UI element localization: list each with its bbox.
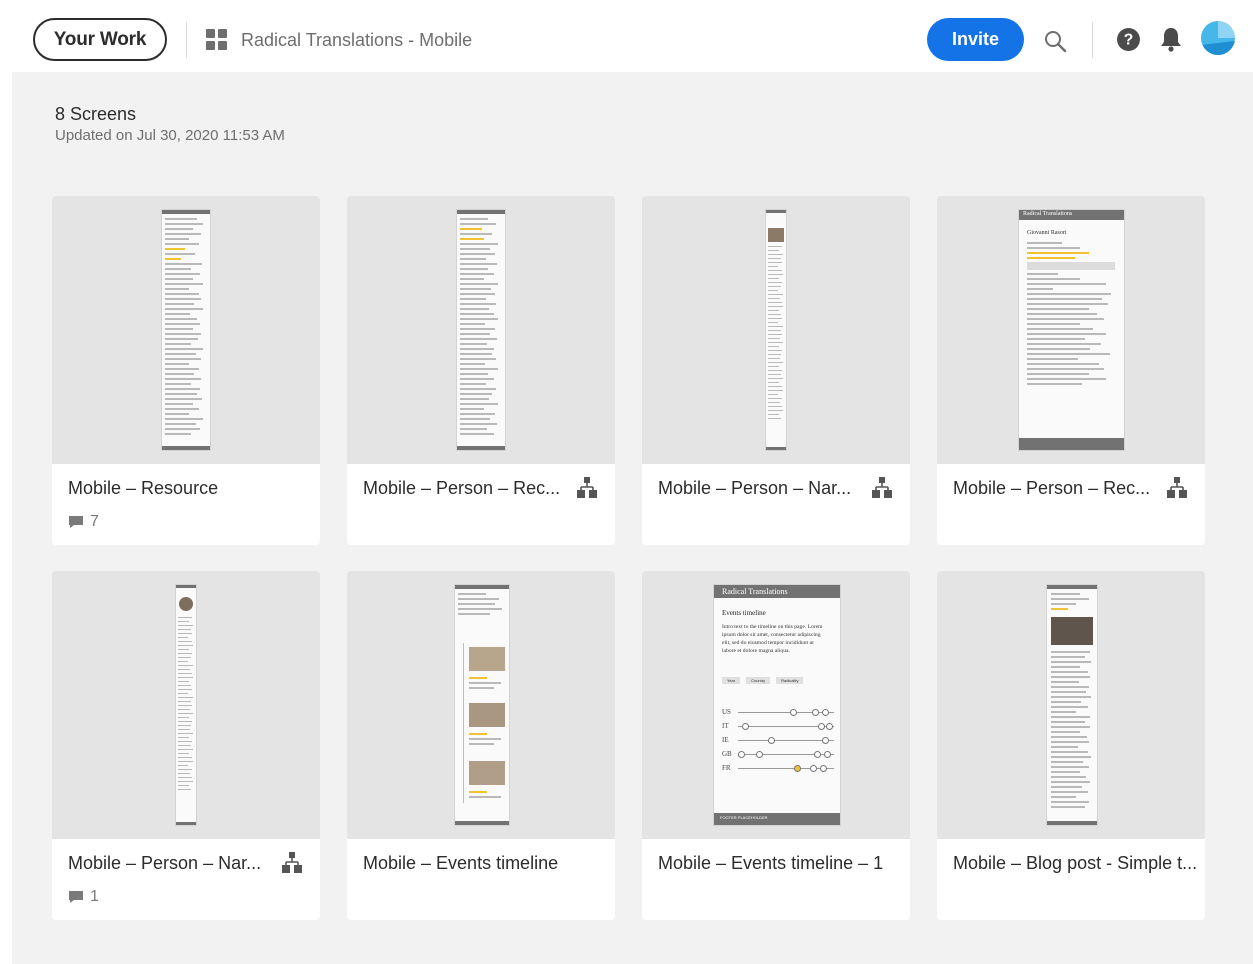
header-divider — [1092, 22, 1093, 58]
screen-thumbnail[interactable] — [642, 196, 910, 464]
mock-timeline-row: IE — [722, 735, 834, 745]
invite-button[interactable]: Invite — [927, 18, 1024, 61]
screen-card[interactable]: Radical Translations Events timeline Int… — [642, 571, 910, 920]
screen-card[interactable]: Mobile – Person – Nar... 1 — [52, 571, 320, 920]
screen-name[interactable]: Mobile – Events timeline — [363, 853, 558, 874]
mock-footer: FOOTER PLACEHOLDER — [720, 815, 768, 820]
screen-card[interactable]: Mobile – Events timeline — [347, 571, 615, 920]
screen-card[interactable]: Mobile – Blog post - Simple t... — [937, 571, 1205, 920]
mock-filter-country: Country — [746, 677, 771, 684]
prototype-flow-icon — [1167, 477, 1187, 498]
screen-name[interactable]: Mobile – Person – Nar... — [68, 853, 261, 874]
mock-timeline-row: US — [722, 707, 834, 717]
comment-count[interactable]: 1 — [68, 888, 99, 906]
comment-icon — [69, 516, 83, 528]
screen-name[interactable]: Mobile – Blog post - Simple t... — [953, 853, 1197, 874]
prototype-flow-icon — [282, 852, 302, 873]
help-icon[interactable]: ? — [1114, 25, 1142, 53]
mock-events-intro: Intro text to the timeline on this page.… — [722, 624, 823, 654]
search-icon[interactable] — [1041, 27, 1069, 55]
screen-card[interactable]: Mobile – Person – Nar... — [642, 196, 910, 545]
main-content: 8 Screens Updated on Jul 30, 2020 11:53 … — [12, 72, 1253, 964]
mock-filter-radicality: Radicality — [776, 677, 804, 684]
screen-name[interactable]: Mobile – Person – Rec... — [953, 478, 1150, 499]
mock-site-title: Radical Translations — [722, 587, 788, 596]
screen-name[interactable]: Mobile – Resource — [68, 478, 218, 499]
screen-thumbnail[interactable] — [347, 571, 615, 839]
svg-text:?: ? — [1123, 31, 1133, 48]
comment-icon — [69, 891, 83, 903]
screen-name[interactable]: Mobile – Events timeline – 1 — [658, 853, 883, 874]
comment-count-value: 1 — [90, 888, 99, 905]
top-bar: Your Work Radical Translations - Mobile … — [0, 0, 1253, 72]
project-title: Radical Translations - Mobile — [241, 30, 473, 50]
screen-thumbnail[interactable]: Radical Translations Events timeline Int… — [642, 571, 910, 839]
screen-card[interactable]: Mobile – Resource 7 — [52, 196, 320, 545]
comment-count-value: 7 — [90, 513, 99, 530]
mock-timeline-row: FR — [722, 763, 834, 773]
grid-icon — [206, 29, 227, 50]
screens-count: 8 Screens — [55, 104, 137, 124]
comment-count[interactable]: 7 — [68, 513, 99, 531]
mock-timeline-row: GB — [722, 749, 834, 759]
bell-icon[interactable] — [1157, 25, 1185, 53]
screen-card[interactable]: Mobile – Person – Rec... — [347, 196, 615, 545]
prototype-flow-icon — [872, 477, 892, 498]
header-divider — [186, 22, 187, 58]
screen-name[interactable]: Mobile – Person – Nar... — [658, 478, 851, 499]
your-work-button[interactable]: Your Work — [33, 18, 167, 61]
mock-site-title: Radical Translations — [1023, 211, 1073, 217]
mock-timeline-row: IT — [722, 721, 834, 731]
screen-thumbnail[interactable] — [937, 571, 1205, 839]
updated-timestamp: Updated on Jul 30, 2020 11:53 AM — [55, 127, 285, 144]
screen-thumbnail[interactable]: Radical Translations Giovanni Rasori — [937, 196, 1205, 464]
screen-thumbnail[interactable] — [52, 571, 320, 839]
screen-card[interactable]: Radical Translations Giovanni Rasori Mob… — [937, 196, 1205, 545]
mock-person-name: Giovanni Rasori — [1027, 230, 1067, 236]
mock-filter-year: Year — [722, 677, 741, 684]
screen-name[interactable]: Mobile – Person – Rec... — [363, 478, 560, 499]
screen-thumbnail[interactable] — [52, 196, 320, 464]
avatar[interactable] — [1201, 21, 1235, 55]
prototype-flow-icon — [577, 477, 597, 498]
mock-events-heading: Events timeline — [722, 609, 766, 617]
screen-thumbnail[interactable] — [347, 196, 615, 464]
